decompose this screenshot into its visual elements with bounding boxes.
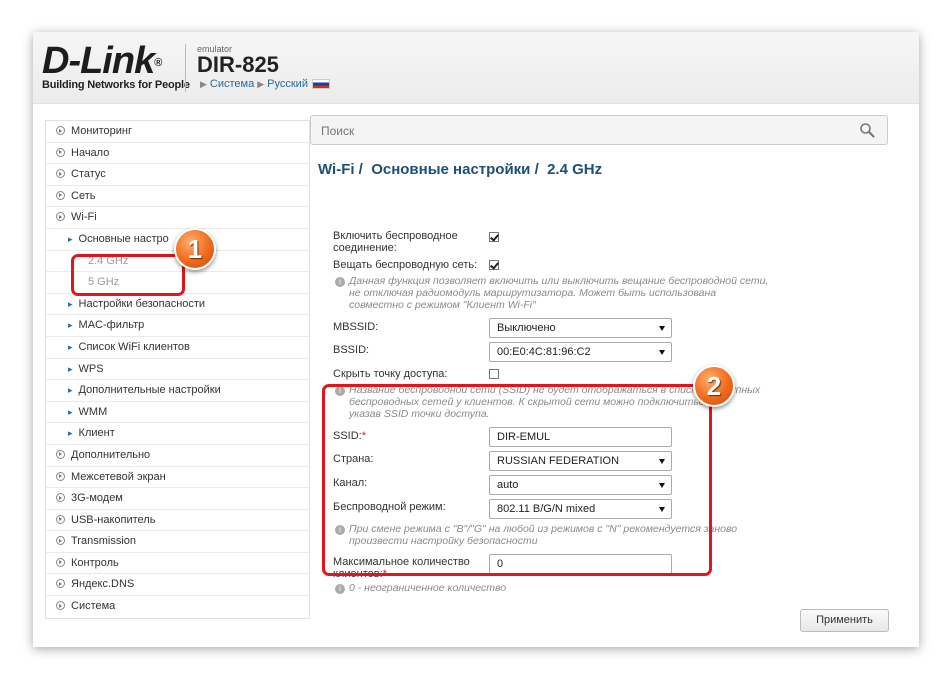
annotation-box-2 (322, 384, 712, 576)
header-divider (185, 44, 186, 92)
sidebar-item-usb-storage[interactable]: USB-накопитель (46, 510, 309, 532)
apply-button[interactable]: Применить (800, 609, 889, 632)
sidebar-item-status[interactable]: Статус (46, 164, 309, 186)
sidebar-item-label: Контроль (71, 556, 119, 569)
language-link[interactable]: Русский (267, 78, 308, 90)
header-crumbs: ▶ Система ▶ Русский (197, 78, 330, 90)
dlink-logo: D-Link® Building Networks for People (42, 42, 190, 91)
sidebar-item-label: Межсетевой экран (71, 470, 166, 483)
sidebar-item-firewall[interactable]: Межсетевой экран (46, 467, 309, 489)
expand-circle-icon (56, 579, 65, 589)
broadcast-hint: i Данная функция позволяет включить или в… (335, 275, 768, 311)
expand-circle-icon (56, 601, 65, 611)
annotation-badge-1: 1 (174, 228, 216, 270)
sidebar-item-transmission[interactable]: Transmission (46, 531, 309, 553)
expand-circle-icon (56, 169, 65, 179)
logo-registered-mark: ® (154, 57, 162, 69)
sidebar-item-label: Клиент (78, 427, 115, 440)
annotation-badge-2: 2 (693, 365, 735, 407)
info-icon: i (335, 584, 345, 594)
sidebar-item-wifi-clients[interactable]: ▸ Список WiFi клиентов (46, 337, 309, 359)
expand-circle-icon (56, 147, 65, 157)
sidebar-item-mac-filter[interactable]: ▸ MAC-фильтр (46, 315, 309, 337)
sidebar-item-system[interactable]: Система (46, 596, 309, 618)
expand-circle-icon (56, 126, 65, 135)
collapse-circle-icon (56, 212, 65, 222)
sidebar-item-3g-modem[interactable]: 3G-модем (46, 488, 309, 510)
crumb-arrow-icon: ▶ (257, 79, 265, 89)
sidebar-item-label: WMM (78, 405, 108, 418)
sidebar-item-label: Статус (71, 168, 106, 181)
expand-circle-icon (56, 536, 65, 546)
arrow-right-icon: ▸ (68, 428, 73, 439)
sidebar-item-label: Список WiFi клиентов (78, 340, 190, 353)
expand-circle-icon (56, 449, 65, 459)
arrow-right-icon: ▸ (68, 298, 73, 309)
mbssid-select[interactable]: Выключено (489, 318, 672, 338)
sidebar-item-label: Дополнительно (71, 448, 151, 461)
enable-wireless-label: Включить беспроводное соединение: (333, 230, 458, 254)
sidebar-item-label: Начало (71, 146, 110, 159)
mbssid-label: MBSSID: (333, 321, 379, 333)
arrow-right-icon: ▸ (68, 341, 73, 352)
header: D-Link® Building Networks for People emu… (33, 32, 919, 104)
sidebar-item-label: 3G-модем (71, 492, 123, 505)
sidebar-item-label: Основные настро (78, 232, 169, 245)
hide-ap-label: Скрыть точку доступа: (333, 368, 448, 380)
bssid-select[interactable]: 00:E0:4C:81:96:C2 (489, 342, 672, 362)
sidebar-item-start[interactable]: Начало (46, 143, 309, 165)
hide-ap-checkbox[interactable] (489, 369, 499, 379)
annotation-box-1 (71, 254, 185, 296)
model-block: emulator DIR-825 ▶ Система ▶ Русский (197, 44, 330, 90)
sidebar-item-client[interactable]: ▸ Клиент (46, 423, 309, 445)
sidebar-item-label: Wi-Fi (71, 211, 97, 224)
sidebar-item-security[interactable]: ▸ Настройки безопасности (46, 294, 309, 316)
sidebar-nav: Мониторинг Начало Статус Сеть Wi-Fi ▸ Осн… (45, 120, 310, 619)
broadcast-label: Вещать беспроводную сеть: (333, 259, 478, 271)
sidebar-item-monitoring[interactable]: Мониторинг (46, 121, 309, 143)
sidebar-item-network[interactable]: Сеть (46, 186, 309, 208)
sidebar-item-label: Мониторинг (71, 125, 133, 137)
sidebar-item-label: Система (71, 600, 116, 613)
info-icon: i (335, 277, 345, 287)
arrow-right-icon: ▸ (68, 385, 73, 396)
sidebar-item-label: Transmission (71, 535, 136, 548)
arrow-right-icon: ▸ (68, 320, 73, 331)
russian-flag-icon (311, 79, 330, 90)
arrow-right-icon: ▸ (68, 363, 73, 374)
logo-tagline: Building Networks for People (42, 79, 190, 91)
sidebar-item-label: WPS (78, 362, 104, 375)
sidebar-item-control[interactable]: Контроль (46, 553, 309, 575)
sidebar-item-additional[interactable]: Дополнительно (46, 445, 309, 467)
max-clients-hint: i0 - неограниченное количество (335, 582, 506, 594)
sidebar-item-wps[interactable]: ▸ WPS (46, 359, 309, 381)
sidebar-item-label: USB-накопитель (71, 513, 156, 526)
sidebar-item-advanced-settings[interactable]: ▸ Дополнительные настройки (46, 380, 309, 402)
expand-circle-icon (56, 190, 65, 200)
sidebar-item-label: Дополнительные настройки (78, 384, 221, 397)
sidebar-item-label: Настройки безопасности (78, 297, 206, 310)
system-link[interactable]: Система (210, 78, 254, 90)
arrow-right-icon: ▸ (68, 406, 73, 417)
enable-wireless-checkbox[interactable] (489, 232, 499, 242)
arrow-right-icon: ▸ (68, 233, 73, 244)
broadcast-checkbox[interactable] (489, 260, 499, 270)
expand-circle-icon (56, 557, 65, 567)
bssid-label: BSSID: (333, 344, 370, 356)
crumb-arrow-icon: ▶ (200, 79, 207, 89)
sidebar-item-wifi[interactable]: Wi-Fi (46, 207, 309, 229)
browser-frame: D-Link® Building Networks for People emu… (33, 32, 919, 647)
dropdown-caret-icon (659, 326, 665, 331)
sidebar-item-label: Сеть (71, 189, 96, 202)
sidebar-item-wmm[interactable]: ▸ WMM (46, 402, 309, 424)
model-name: DIR-825 (197, 52, 279, 77)
expand-circle-icon (56, 514, 65, 524)
sidebar-item-label: Яндекс.DNS (71, 578, 135, 591)
dropdown-caret-icon (659, 350, 665, 355)
sidebar-item-label: MAC-фильтр (78, 319, 145, 332)
expand-circle-icon (56, 471, 65, 481)
expand-circle-icon (56, 493, 65, 503)
sidebar-item-yandex-dns[interactable]: Яндекс.DNS (46, 574, 309, 597)
logo-text: D-Link (42, 40, 155, 82)
